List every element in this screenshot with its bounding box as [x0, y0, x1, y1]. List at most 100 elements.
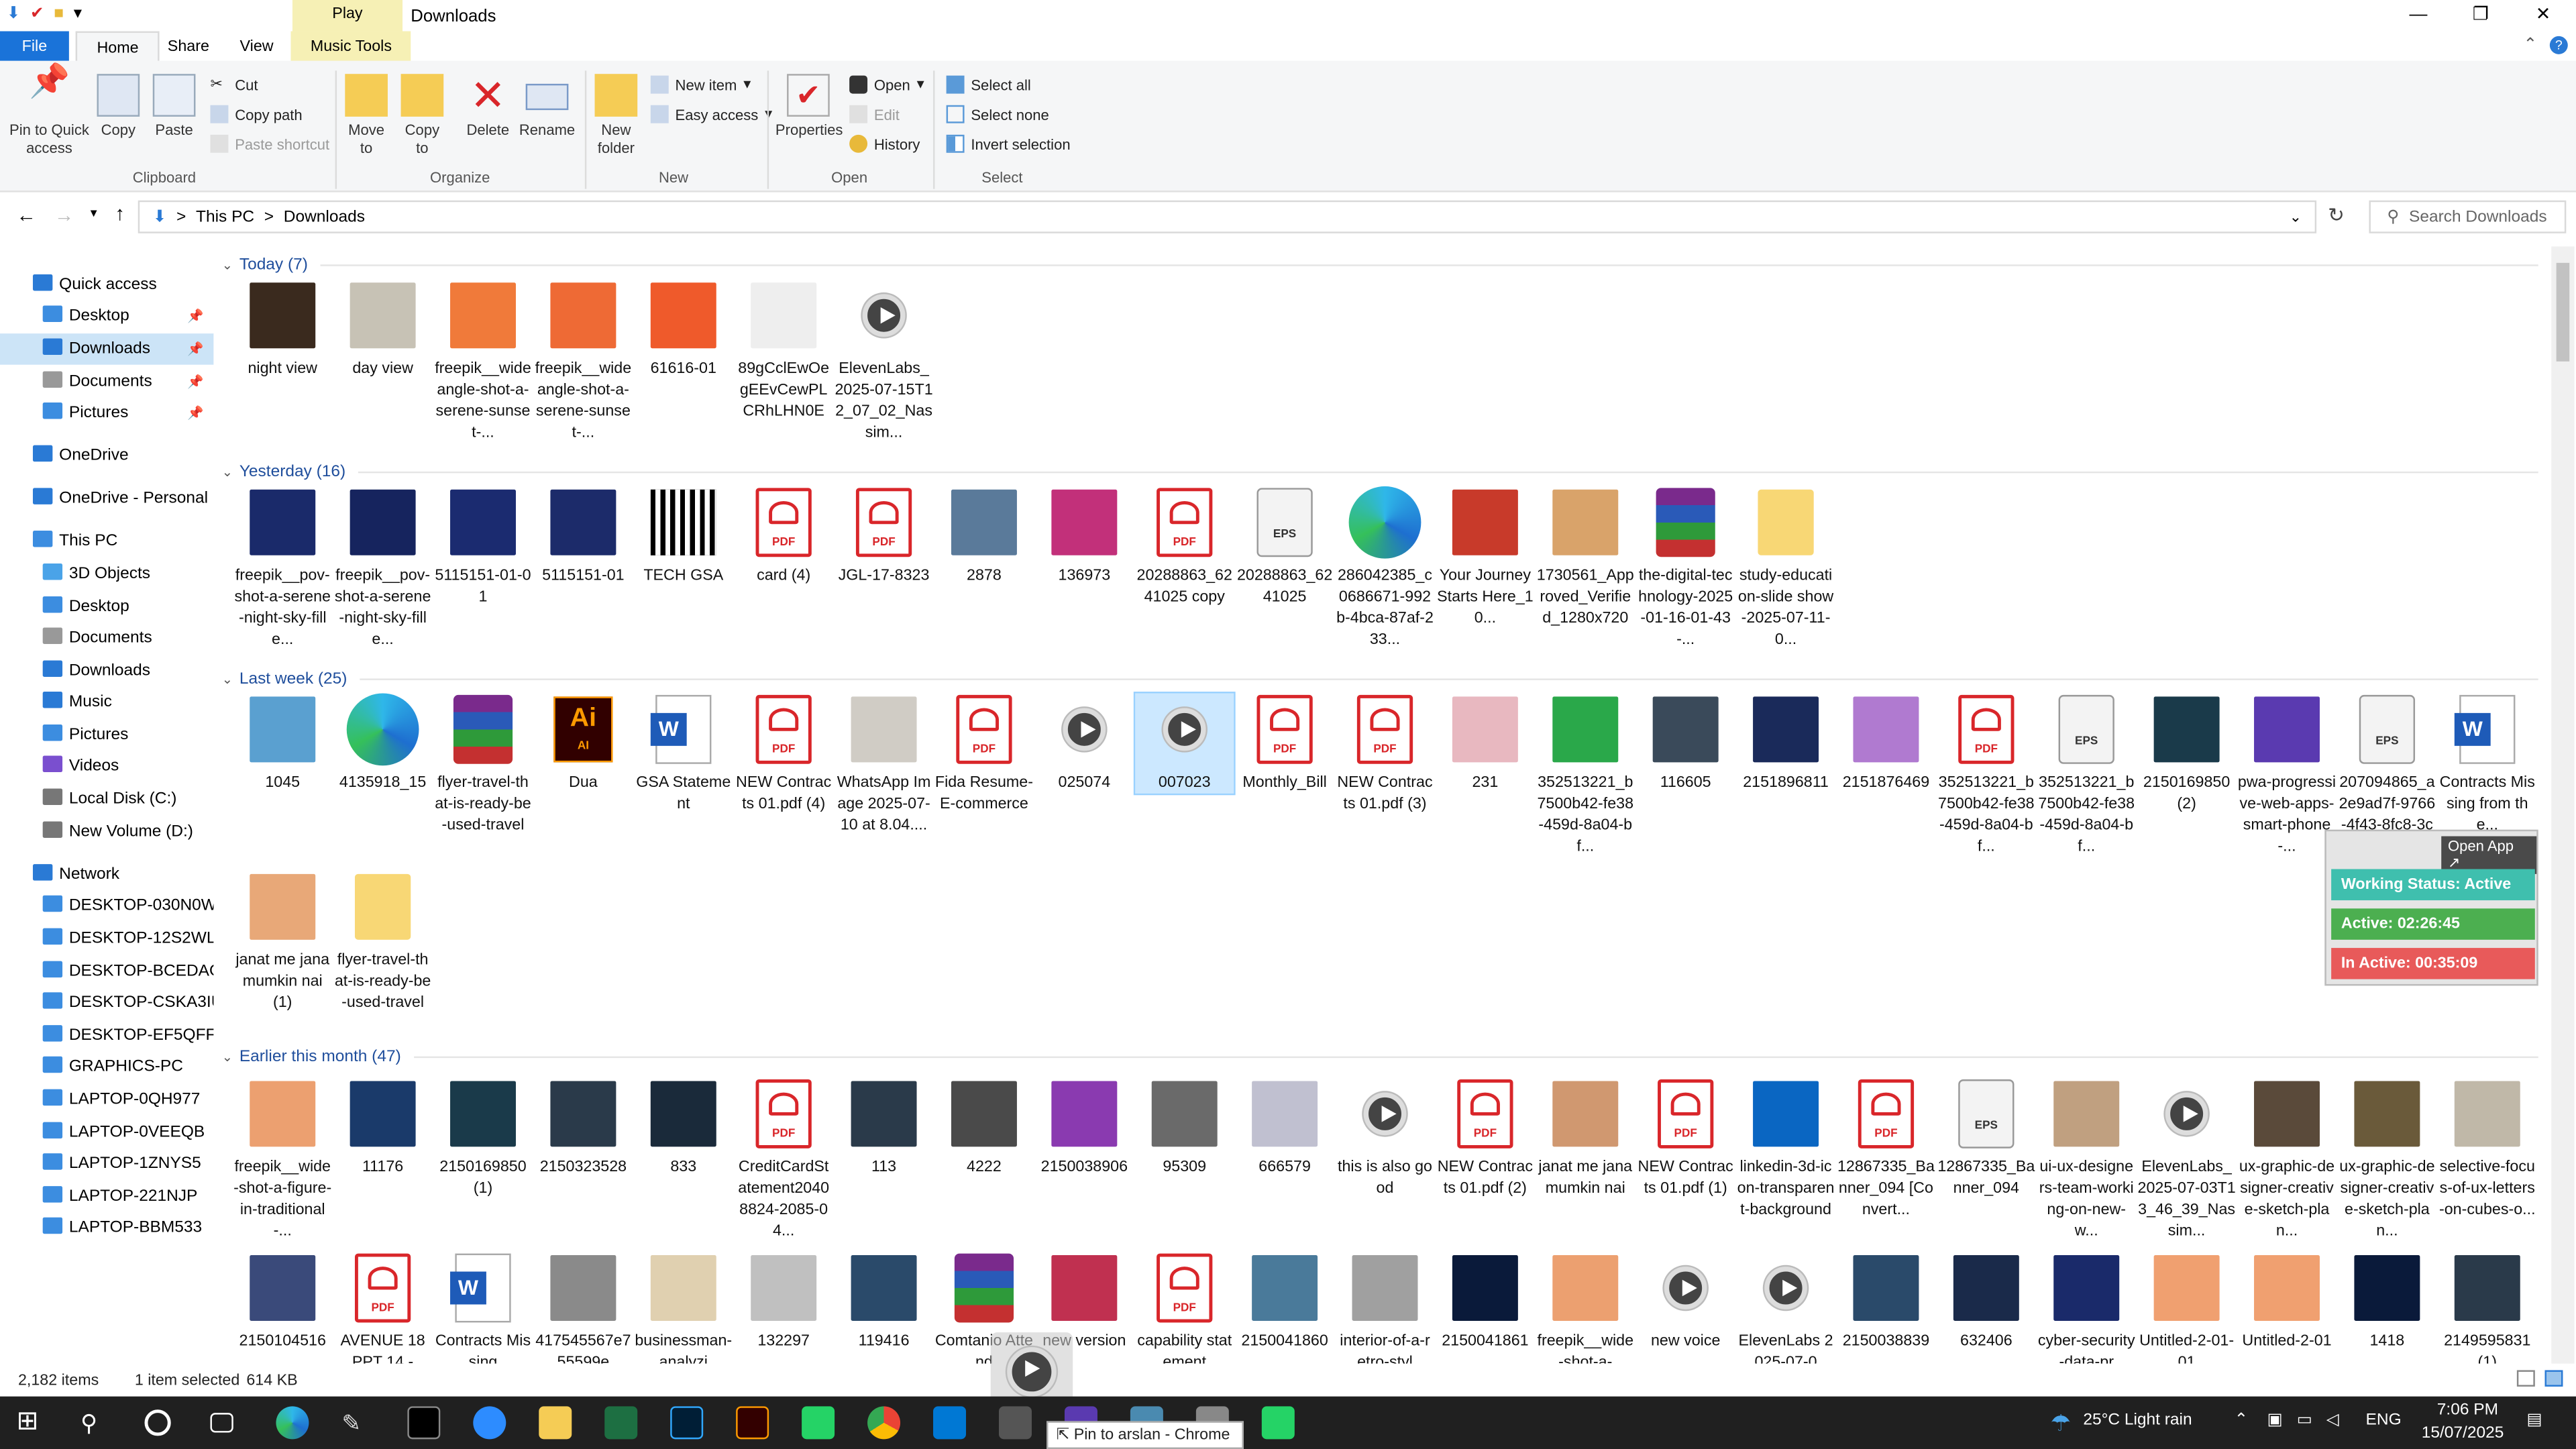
file-item[interactable]: TECH GSA	[634, 486, 733, 586]
file-item[interactable]: 11176	[333, 1078, 432, 1178]
terminal-icon[interactable]	[407, 1406, 441, 1440]
file-item[interactable]: PDF AVENUE 18 PPT 14 -	[333, 1252, 432, 1364]
open-button[interactable]: Open ▾	[849, 75, 924, 94]
file-item[interactable]: ElevenLabs 2025-07-0	[1737, 1252, 1835, 1364]
sidebar-item[interactable]: OneDrive	[0, 440, 213, 472]
file-item[interactable]: 352513221_b7500b42-fe38-459d-8a04-bf...	[1536, 693, 1635, 857]
file-item[interactable]: cyber-security-data-pr	[2037, 1252, 2136, 1364]
cut-button[interactable]: ✂ Cut	[210, 76, 258, 94]
paste-button[interactable]: Paste	[150, 74, 199, 140]
file-item[interactable]: linkedin-3d-icon-transparent-background	[1737, 1078, 1835, 1221]
sidebar-item[interactable]: GRAPHICS-PC	[0, 1051, 213, 1083]
large-icons-view-icon[interactable]	[2544, 1370, 2563, 1387]
explorer-icon[interactable]: ⬇	[7, 5, 21, 23]
file-item[interactable]: selective-focus-of-ux-letters-on-cubes-o…	[2438, 1078, 2536, 1221]
back-arrow-icon[interactable]: ←	[16, 204, 36, 227]
cortana-icon[interactable]	[144, 1409, 171, 1436]
windows-start-icon[interactable]: ⊞	[16, 1406, 49, 1439]
properties-qat-icon[interactable]: ✔	[30, 5, 44, 23]
qat-dropdown-icon[interactable]: ▾	[74, 5, 82, 23]
file-item[interactable]: flyer-travel-that-is-ready-be-used-trave…	[333, 871, 432, 1014]
file-item[interactable]: ElevenLabs_2025-07-15T12_07_02_Nassim...	[835, 279, 933, 443]
file-item[interactable]: 2151896811	[1737, 693, 1835, 793]
pin-icon[interactable]: 📌	[187, 398, 203, 429]
file-item[interactable]: 5115151-01	[534, 486, 633, 586]
sidebar-item[interactable]: DESKTOP-BCEDAOC	[0, 956, 213, 987]
pin-icon[interactable]: 📌	[187, 333, 203, 365]
file-item[interactable]: interior-of-a-retro-styl	[1336, 1252, 1434, 1364]
file-item[interactable]: 2878	[934, 486, 1033, 586]
file-item[interactable]: EPS 12867335_Banner_094	[1937, 1078, 2035, 1199]
file-item[interactable]: 113	[835, 1078, 933, 1178]
volume-icon[interactable]: ◁	[2326, 1411, 2339, 1430]
illustrator-icon[interactable]	[736, 1406, 769, 1440]
close-button[interactable]: ✕	[2510, 0, 2576, 33]
history-button[interactable]: History	[849, 134, 920, 153]
rename-button[interactable]: Rename	[519, 74, 575, 140]
sidebar-item[interactable]: Videos	[0, 751, 213, 782]
task-view-icon[interactable]	[210, 1413, 233, 1433]
weather-text[interactable]: 25°C Light rain	[2083, 1411, 2192, 1430]
copy-path-button[interactable]: Copy path	[210, 105, 303, 123]
copy-to-button[interactable]: Copy to	[398, 74, 447, 158]
file-item[interactable]: PDF Fida Resume-E-commerce	[934, 693, 1033, 814]
file-item[interactable]: freepik__wide-shot-a-	[1536, 1252, 1635, 1364]
edit-button[interactable]: Edit	[849, 105, 900, 123]
sidebar-item[interactable]: Downloads 📌	[0, 333, 214, 365]
file-item[interactable]: 2150169850 (1)	[434, 1078, 533, 1199]
file-item[interactable]: 1418	[2338, 1252, 2436, 1352]
zoom-icon[interactable]	[473, 1406, 506, 1440]
excel-icon[interactable]	[604, 1406, 638, 1440]
file-item[interactable]: 132297	[735, 1252, 833, 1352]
file-item[interactable]: 2150041860	[1236, 1252, 1334, 1352]
file-item[interactable]: 2150169850 (2)	[2137, 693, 2236, 814]
sidebar-item[interactable]: Desktop 📌	[0, 301, 213, 332]
group-header[interactable]: ⌄ Today (7)	[222, 256, 2538, 274]
file-item[interactable]: freepik__wide-shot-a-figure-in-tradition…	[233, 1078, 332, 1242]
collapse-ribbon-icon[interactable]: ⌃	[2524, 36, 2538, 54]
network-icon[interactable]: ▭	[2297, 1411, 2312, 1430]
help-icon[interactable]: ?	[2549, 36, 2568, 54]
clock-date[interactable]: 15/07/2025	[2412, 1424, 2514, 1442]
forward-arrow-icon[interactable]: →	[54, 204, 74, 227]
file-item[interactable]: 5115151-01-01	[434, 486, 533, 608]
sidebar-item[interactable]: This PC	[0, 526, 213, 557]
sidebar-item[interactable]: LAPTOP-1ZNYS5	[0, 1148, 213, 1180]
file-item[interactable]: 025074	[1035, 693, 1134, 793]
file-item[interactable]: PDF CreditCardStatement20408824-2085-04..…	[735, 1078, 833, 1242]
sidebar-item[interactable]: OneDrive - Personal	[0, 483, 213, 515]
photoshop-icon[interactable]	[670, 1406, 704, 1440]
file-item[interactable]: 4135918_15	[333, 693, 432, 793]
file-item[interactable]: 4222	[934, 1078, 1033, 1178]
clock-time[interactable]: 7:06 PM	[2425, 1401, 2510, 1419]
sidebar-item[interactable]: Documents 📌	[0, 366, 213, 398]
file-item[interactable]: ux-graphic-designer-creative-sketch-plan…	[2338, 1078, 2436, 1242]
file-item[interactable]: ux-graphic-designer-creative-sketch-plan…	[2238, 1078, 2337, 1242]
edge-icon[interactable]	[276, 1406, 309, 1440]
file-item[interactable]: Untitled-2-01	[2238, 1252, 2337, 1352]
file-item[interactable]: businessman-analyzi	[634, 1252, 733, 1364]
file-item[interactable]: 286042385_c0686671-992b-4bca-87af-233...	[1336, 486, 1434, 651]
file-item[interactable]: PDF card (4)	[735, 486, 833, 586]
camera-icon[interactable]: ▣	[2267, 1411, 2283, 1430]
sidebar-item[interactable]: Quick access	[0, 270, 213, 301]
weather-icon[interactable]: ☂	[2050, 1406, 2083, 1439]
recent-locations-icon[interactable]: ▾	[91, 205, 97, 220]
new-folder-button[interactable]: New folder	[592, 74, 641, 158]
breadcrumb-downloads[interactable]: Downloads	[284, 208, 365, 226]
sidebar-item[interactable]: 3D Objects	[0, 559, 213, 590]
sidebar-item[interactable]: LAPTOP-0VEEQB	[0, 1117, 213, 1148]
file-item[interactable]: PDF NEW Contracts 01.pdf (3)	[1336, 693, 1434, 814]
file-item[interactable]: PDF capability statement	[1135, 1252, 1234, 1364]
file-item[interactable]: this is also good	[1336, 1078, 1434, 1199]
file-item[interactable]: night view	[233, 279, 332, 379]
tab-view[interactable]: View	[220, 32, 293, 63]
file-item[interactable]: freepik__pov-shot-a-serene-night-sky-fil…	[233, 486, 332, 651]
vscode-icon[interactable]	[933, 1406, 967, 1440]
file-item[interactable]: PDF JGL-17-8323	[835, 486, 933, 586]
paste-shortcut-button[interactable]: Paste shortcut	[210, 134, 329, 153]
file-item[interactable]: W Contracts Missing from the...	[2438, 693, 2536, 836]
tab-share[interactable]: Share	[148, 32, 229, 63]
file-item[interactable]: flyer-travel-that-is-ready-be-used-trave…	[434, 693, 533, 836]
file-item[interactable]: 1045	[233, 693, 332, 793]
